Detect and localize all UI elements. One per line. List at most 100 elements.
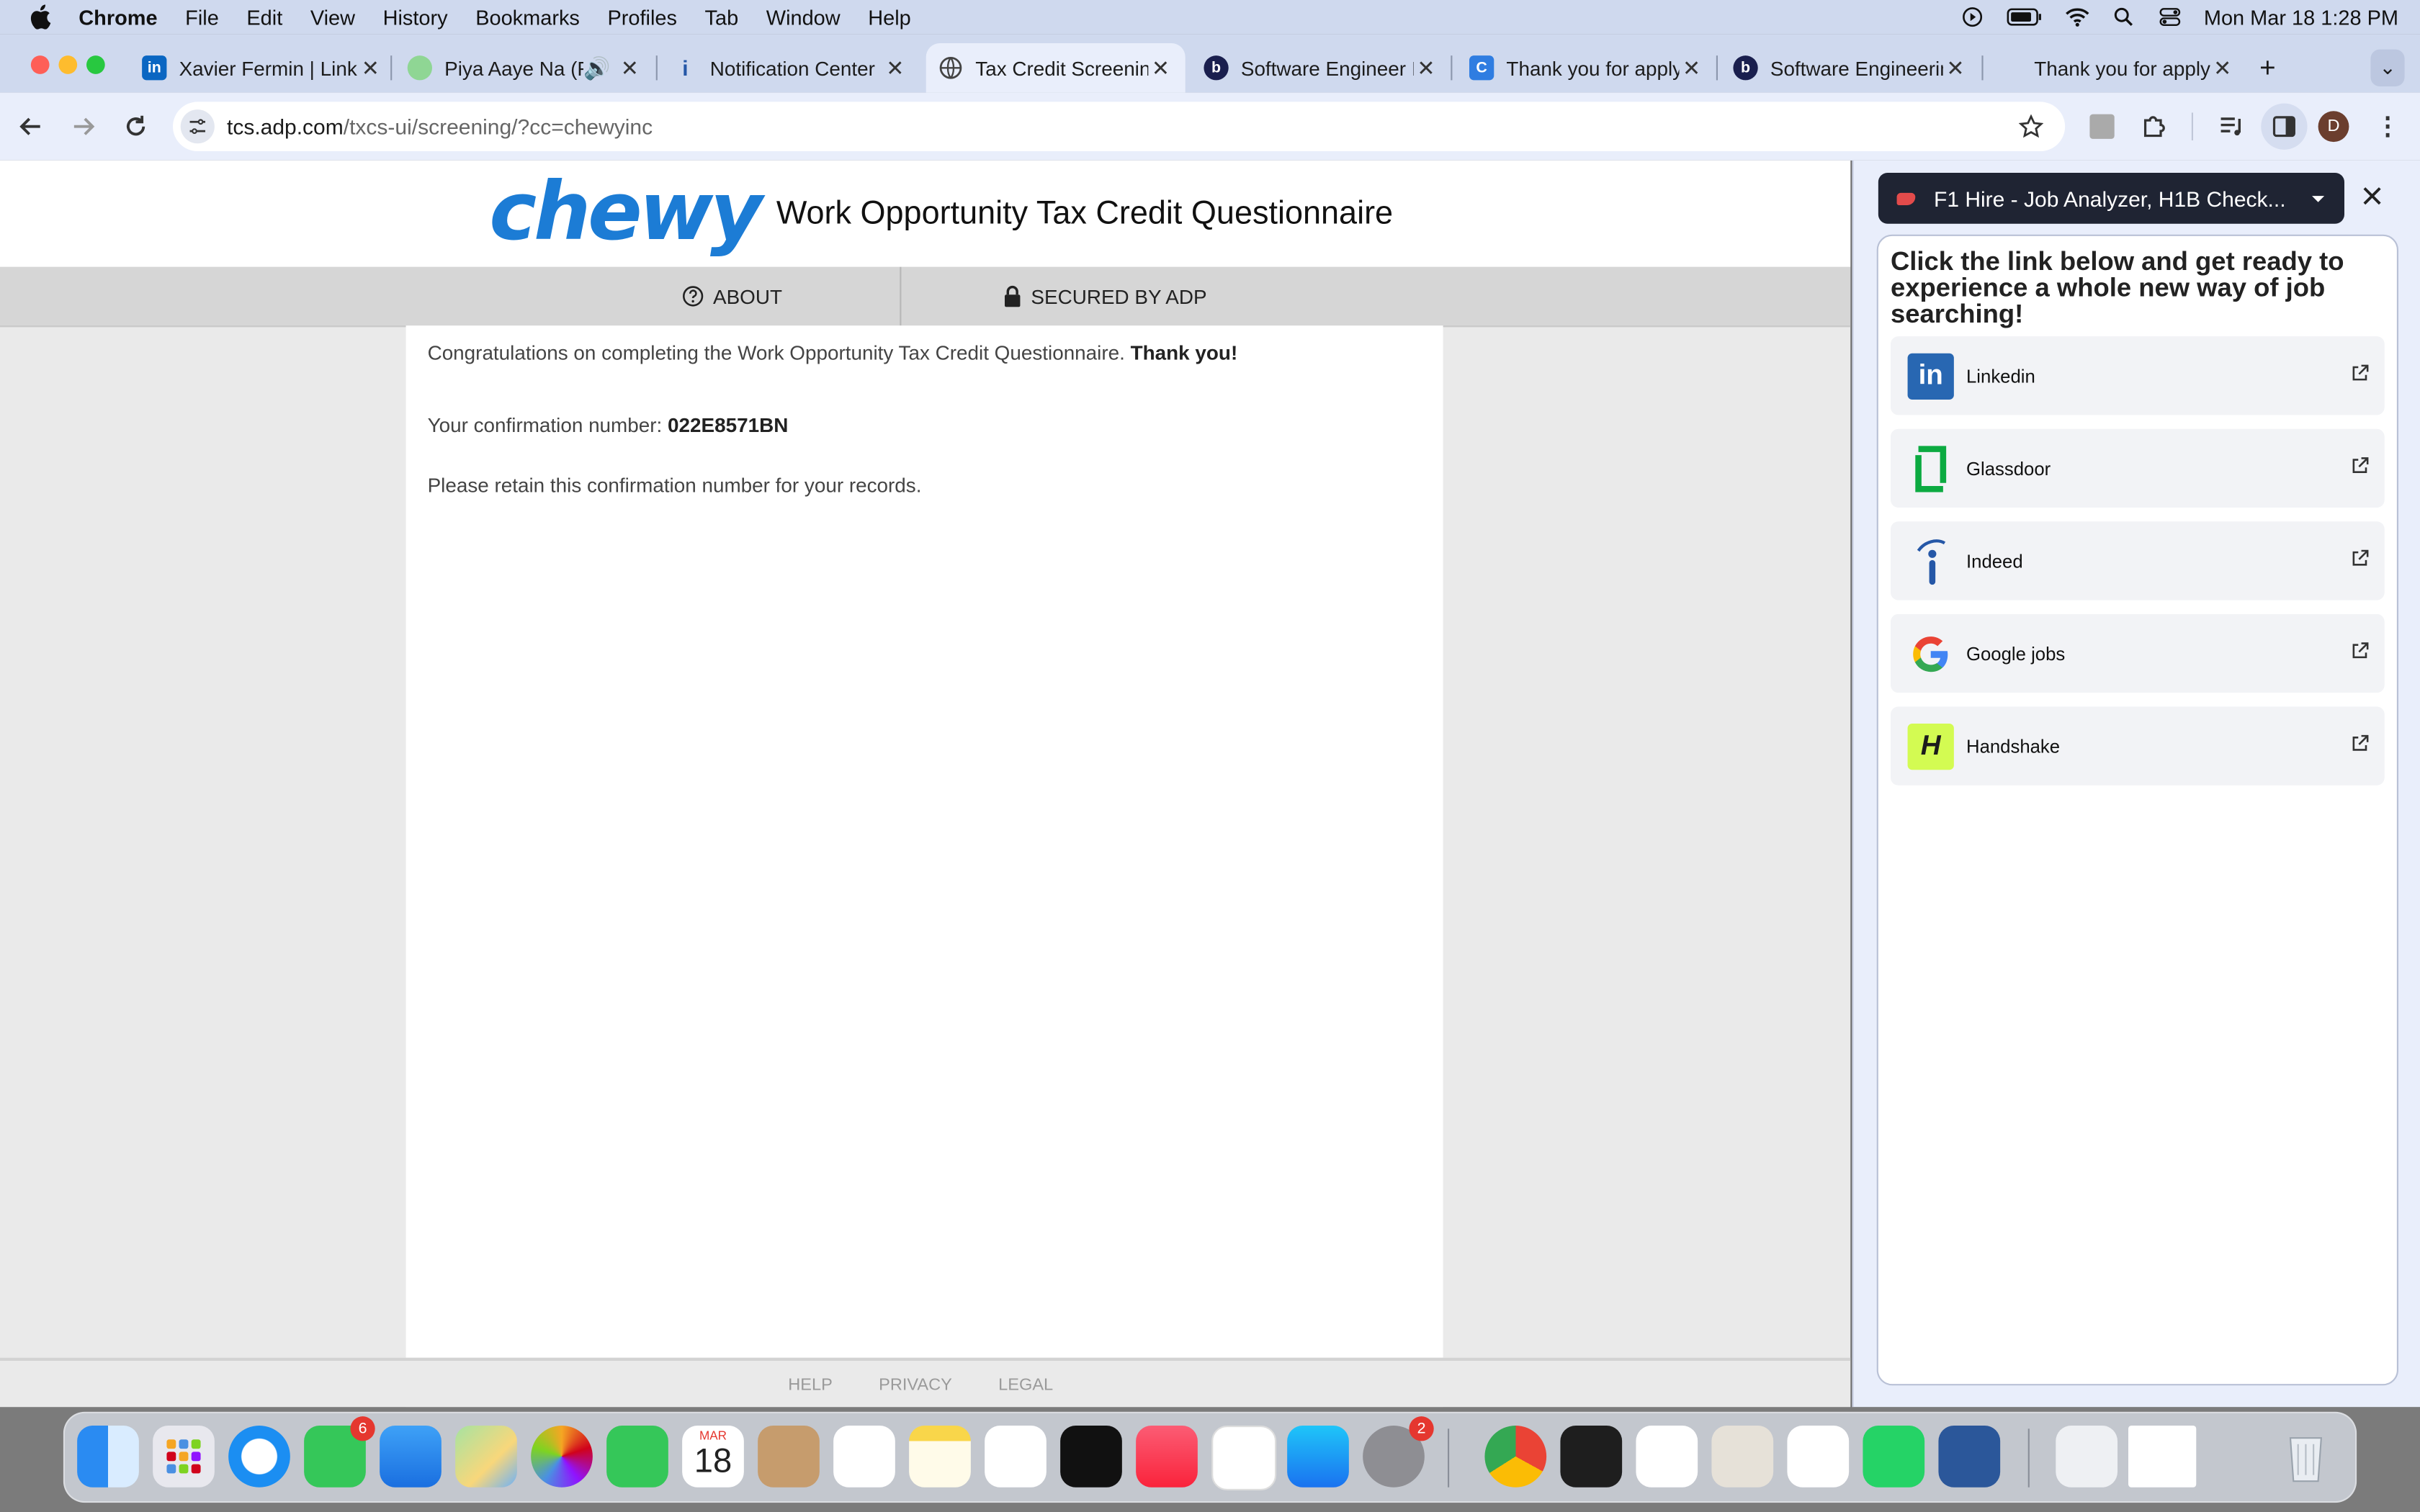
link-glassdoor[interactable]: Glassdoor (1891, 428, 2385, 508)
whatsapp-icon[interactable] (1863, 1425, 1925, 1488)
tab-notification-center[interactable]: i Notification Center ✕ (673, 43, 908, 93)
back-button[interactable] (14, 109, 48, 143)
secured-label: SECURED BY ADP (1031, 284, 1207, 308)
footer-legal-link[interactable]: LEGAL (998, 1376, 1053, 1395)
apple-tv-icon[interactable] (1060, 1425, 1122, 1488)
battery-icon[interactable] (2007, 6, 2043, 28)
side-panel: F1 Hire - Job Analyzer, H1B Check... Cli… (1852, 160, 2420, 1408)
downloads-folder-icon[interactable] (2056, 1425, 2118, 1488)
side-panel-button[interactable] (2261, 103, 2308, 150)
lock-icon (1005, 285, 1021, 307)
notes-icon[interactable] (909, 1425, 971, 1488)
window-zoom-button[interactable] (86, 55, 105, 74)
link-handshake[interactable]: H Handshake (1891, 706, 2385, 786)
safari-icon[interactable] (228, 1425, 290, 1488)
link-indeed[interactable]: Indeed (1891, 521, 2385, 600)
maps-icon[interactable] (455, 1425, 517, 1488)
tab-thank-you-1[interactable]: C Thank you for apply ✕ (1469, 43, 1704, 93)
footer-privacy-link[interactable]: PRIVACY (879, 1376, 952, 1395)
recent-window-thumbnail[interactable] (2128, 1425, 2197, 1488)
forward-button[interactable] (66, 109, 100, 143)
menu-history[interactable]: History (383, 6, 448, 29)
new-tab-button[interactable]: + (2259, 43, 2287, 93)
media-play-icon[interactable] (1960, 6, 1984, 28)
tab-close-icon[interactable]: ✕ (2210, 55, 2235, 81)
tab-close-icon[interactable]: ✕ (1679, 55, 1703, 81)
close-icon (2363, 187, 2381, 205)
link-google-jobs[interactable]: Google jobs (1891, 613, 2385, 693)
app-store-icon[interactable] (1287, 1425, 1349, 1488)
menu-window[interactable]: Window (766, 6, 841, 29)
menu-profiles[interactable]: Profiles (607, 6, 676, 29)
apple-logo-icon[interactable] (30, 4, 51, 30)
indeed-icon: i (682, 55, 689, 81)
freeform-icon[interactable] (985, 1425, 1047, 1488)
clamshell-app-icon[interactable] (1711, 1425, 1774, 1488)
word-icon[interactable] (1938, 1425, 2001, 1488)
dock-divider (1447, 1428, 1450, 1488)
trash-icon[interactable] (2275, 1426, 2337, 1488)
messages-icon[interactable]: 6 (304, 1416, 375, 1488)
chrome-icon[interactable] (1484, 1425, 1547, 1488)
system-settings-icon[interactable]: 2 (1363, 1416, 1434, 1488)
slack-icon[interactable] (1787, 1425, 1850, 1488)
contacts-icon[interactable] (758, 1425, 820, 1488)
reminders-icon[interactable] (833, 1425, 895, 1488)
tab-close-icon[interactable]: ✕ (358, 55, 382, 81)
link-linkedin[interactable]: in Linkedin (1891, 336, 2385, 415)
terminal-icon[interactable] (1560, 1425, 1623, 1488)
menu-file[interactable]: File (185, 6, 219, 29)
media-controls-button[interactable] (2215, 109, 2249, 143)
mail-icon[interactable] (380, 1425, 442, 1488)
address-bar[interactable]: tcs.adp.com/txcs-ui/screening/?cc=chewyi… (173, 102, 2066, 151)
bookmark-star-icon[interactable] (2018, 114, 2044, 139)
tasks-icon[interactable] (1636, 1425, 1698, 1488)
tab-piya-aaye-na[interactable]: Piya Aaye Na (Fr 🔊 ✕ (407, 43, 642, 93)
music-icon[interactable] (1136, 1425, 1198, 1488)
site-info-icon[interactable] (180, 109, 215, 144)
close-side-panel-button[interactable] (2363, 185, 2382, 213)
tab-close-icon[interactable]: ✕ (883, 55, 908, 81)
spotlight-search-icon[interactable] (2111, 6, 2136, 28)
finder-icon[interactable] (77, 1425, 139, 1488)
menu-app-name[interactable]: Chrome (79, 6, 157, 29)
tab-search-button[interactable]: ⌄ (2370, 49, 2405, 86)
menubar-clock[interactable]: Mon Mar 18 1:28 PM (2204, 6, 2398, 29)
tab-close-icon[interactable]: ✕ (1148, 55, 1173, 81)
window-minimize-button[interactable] (58, 55, 78, 74)
messages-badge: 6 (350, 1416, 375, 1441)
extension-selector[interactable]: F1 Hire - Job Analyzer, H1B Check... (1878, 173, 2344, 224)
menu-edit[interactable]: Edit (246, 6, 282, 29)
menu-tab[interactable]: Tab (705, 6, 739, 29)
calendar-icon[interactable]: MAR 18 (682, 1425, 744, 1488)
tab-tax-credit-screening[interactable]: Tax Credit Screening ✕ (926, 43, 1186, 93)
photos-icon[interactable] (531, 1425, 593, 1488)
control-center-icon[interactable] (2158, 6, 2182, 28)
menu-help[interactable]: Help (868, 6, 910, 29)
extensions-button[interactable] (2138, 109, 2172, 143)
footer-help-link[interactable]: HELP (788, 1376, 833, 1395)
chrome-menu-button[interactable]: ⋮ (2370, 109, 2404, 143)
window-close-button[interactable] (30, 55, 50, 74)
web-page: chewy Work Opportunity Tax Credit Questi… (0, 160, 1851, 1408)
tab-close-icon[interactable]: ✕ (617, 55, 642, 81)
reload-button[interactable] (119, 109, 153, 143)
tab-close-icon[interactable]: ✕ (1414, 55, 1438, 81)
tab-thank-you-2[interactable]: Thank you for apply ✕ (2034, 43, 2235, 93)
about-link[interactable]: ABOUT (682, 267, 782, 325)
speaker-icon[interactable]: 🔊 (583, 55, 610, 81)
tab-software-engineer-1[interactable]: b Software Engineer I ✕ (1204, 43, 1438, 93)
extension-button-1[interactable] (2085, 109, 2119, 143)
tab-software-engineering-2[interactable]: b Software Engineerin ✕ (1733, 43, 1968, 93)
tab-title: Software Engineerin (1770, 56, 1943, 80)
tab-close-icon[interactable]: ✕ (1943, 55, 1968, 81)
menu-bookmarks[interactable]: Bookmarks (475, 6, 580, 29)
secured-by-adp[interactable]: SECURED BY ADP (1003, 267, 1207, 325)
facetime-icon[interactable] (606, 1425, 668, 1488)
tab-linkedin[interactable]: in Xavier Fermin | Link ✕ (142, 43, 382, 93)
profile-avatar[interactable]: D (2318, 111, 2349, 143)
menu-view[interactable]: View (310, 6, 355, 29)
launchpad-icon[interactable] (153, 1425, 215, 1488)
news-icon[interactable] (1211, 1425, 1277, 1490)
wifi-icon[interactable] (2065, 6, 2089, 28)
